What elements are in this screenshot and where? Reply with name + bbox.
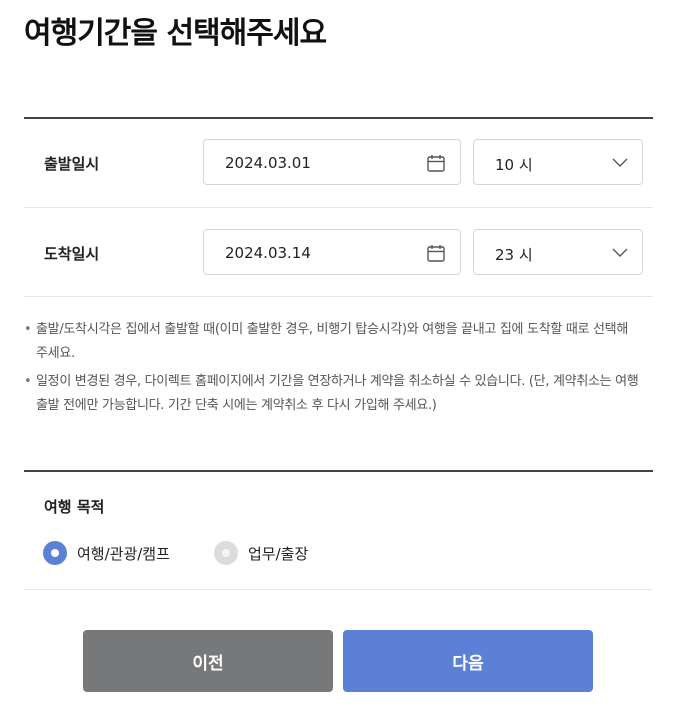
prev-button[interactable]: 이전	[83, 630, 333, 692]
chevron-down-icon	[612, 158, 628, 167]
purpose-title: 여행 목적	[44, 498, 105, 516]
departure-label: 출발일시	[44, 155, 100, 173]
radio-label: 업무/출장	[248, 544, 309, 563]
arrival-date-value: 2024.03.14	[225, 244, 311, 262]
arrival-hour-value: 23 시	[495, 246, 533, 264]
calendar-icon	[427, 245, 445, 262]
notice-text-line: 출발/도착시각은 집에서 출발할 때(이미 출발한 경우, 비행기 탑승시각)와…	[36, 322, 628, 337]
notice-text-line: 일정이 변경된 경우, 다이렉트 홈페이지에서 기간을 연장하거나 계약을 취소…	[36, 374, 639, 389]
section-divider	[24, 470, 653, 472]
departure-hour-value: 10 시	[495, 156, 533, 174]
chevron-down-icon	[612, 248, 628, 257]
notice-item: • 출발/도착시각은 집에서 출발할 때(이미 출발한 경우, 비행기 탑승시각…	[24, 318, 654, 366]
row-divider	[24, 296, 653, 297]
notice-list: • 출발/도착시각은 집에서 출발할 때(이미 출발한 경우, 비행기 탑승시각…	[24, 318, 654, 422]
notice-item: • 일정이 변경된 경우, 다이렉트 홈페이지에서 기간을 연장하거나 계약을 …	[24, 370, 654, 418]
section-divider	[24, 117, 653, 119]
bullet: •	[24, 322, 32, 337]
notice-text-line: 주세요.	[36, 346, 75, 361]
radio-business-trip[interactable]: 업무/출장	[214, 541, 308, 565]
page-title: 여행기간을 선택해주세요	[24, 16, 327, 51]
departure-date-value: 2024.03.01	[225, 154, 311, 172]
radio-selected-icon	[43, 541, 67, 565]
departure-date-field[interactable]: 2024.03.01	[203, 139, 461, 185]
next-button[interactable]: 다음	[343, 630, 593, 692]
radio-unselected-icon	[214, 541, 238, 565]
calendar-icon	[427, 155, 445, 172]
row-divider	[24, 207, 653, 208]
arrival-date-field[interactable]: 2024.03.14	[203, 229, 461, 275]
radio-label: 여행/관광/캠프	[77, 544, 170, 563]
arrival-hour-select[interactable]: 23 시	[473, 229, 643, 275]
radio-travel-tour-camp[interactable]: 여행/관광/캠프	[43, 541, 170, 565]
bullet: •	[24, 374, 32, 389]
arrival-label: 도착일시	[44, 245, 100, 263]
notice-text-line: 출발 전에만 가능합니다. 기간 단축 시에는 계약취소 후 다시 가입해 주세…	[36, 398, 437, 413]
row-divider	[24, 589, 653, 590]
departure-hour-select[interactable]: 10 시	[473, 139, 643, 185]
